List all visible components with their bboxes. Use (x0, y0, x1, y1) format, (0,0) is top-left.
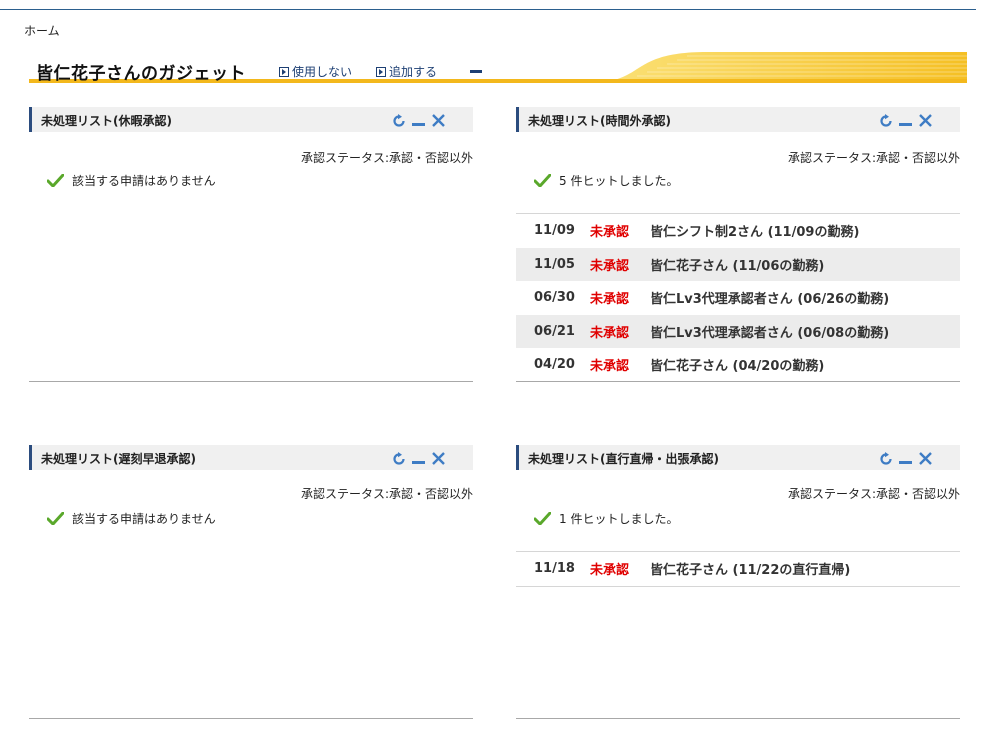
approval-status-filter: 承認ステータス:承認・否認以外 (787, 487, 960, 501)
item-date: 06/21 (534, 323, 575, 339)
result-message: 該当する申請はありません (47, 510, 216, 527)
approval-status-filter: 承認ステータス:承認・否認以外 (300, 487, 473, 501)
unused-gadgets-label: 使用しない (292, 65, 353, 79)
item-status: 未承認 (590, 359, 630, 375)
list-item[interactable]: 11/05 未承認 皆仁花子さん (11/06の勤務) (516, 247, 960, 281)
item-date: 04/20 (534, 357, 575, 373)
item-applicant: 皆仁花子さん (11/06の勤務) (650, 258, 825, 274)
gadget-bottom-border (516, 718, 960, 719)
item-applicant: 皆仁花子さん (04/20の勤務) (650, 359, 825, 375)
checkmark-icon (47, 174, 64, 187)
result-message: 5 件ヒットしました。 (534, 172, 678, 189)
top-border (0, 9, 976, 10)
breadcrumb[interactable]: ホーム (24, 22, 60, 39)
refresh-icon[interactable] (878, 113, 893, 128)
gadget-titlebar: 未処理リスト(時間外承認) (516, 107, 960, 132)
gadget-leave-approval: 未処理リスト(休暇承認) 承認ステータス:承認・否認以外 該当する申請はありませ… (29, 107, 473, 383)
item-applicant: 皆仁Lv3代理承認者さん (06/08の勤務) (650, 325, 890, 341)
item-status: 未承認 (590, 292, 630, 308)
gadget-bottom-border (29, 381, 473, 382)
item-status: 未承認 (590, 225, 630, 241)
minimize-icon[interactable] (898, 113, 913, 128)
item-status: 未承認 (590, 258, 630, 274)
result-message-text: 1 件ヒットしました。 (559, 512, 679, 526)
gadget-title: 未処理リスト(時間外承認) (528, 114, 671, 128)
checkmark-icon (534, 512, 551, 525)
gadget-header: 皆仁花子さんのガジェット 使用しない 追加する (29, 52, 967, 84)
gadget-titlebar: 未処理リスト(直行直帰・出張承認) (516, 445, 960, 470)
list-item[interactable]: 11/18 未承認 皆仁花子さん (11/22の直行直帰) (516, 552, 960, 586)
play-icon (279, 66, 289, 77)
gadget-overtime-approval: 未処理リスト(時間外承認) 承認ステータス:承認・否認以外 5 件ヒットしました… (516, 107, 960, 383)
gadget-direct-trip-approval: 未処理リスト(直行直帰・出張承認) 承認ステータス:承認・否認以外 1 件ヒット… (516, 445, 960, 720)
gadget-bottom-border (29, 718, 473, 719)
close-icon[interactable] (431, 451, 446, 466)
pending-list: 11/18 未承認 皆仁花子さん (11/22の直行直帰) (516, 551, 960, 587)
checkmark-icon (534, 174, 551, 187)
item-date: 11/09 (534, 223, 575, 239)
add-gadget-link[interactable]: 追加する (376, 63, 437, 80)
refresh-icon[interactable] (391, 451, 406, 466)
result-message-text: 該当する申請はありません (72, 512, 216, 526)
item-status: 未承認 (590, 325, 630, 341)
gadget-title: 未処理リスト(休暇承認) (41, 114, 172, 128)
item-applicant: 皆仁シフト制2さん (11/09の勤務) (650, 225, 860, 241)
result-message: 1 件ヒットしました。 (534, 510, 678, 527)
gadget-late-early-approval: 未処理リスト(遅刻早退承認) 承認ステータス:承認・否認以外 該当する申請はあり… (29, 445, 473, 720)
checkmark-icon (47, 512, 64, 525)
item-status: 未承認 (590, 563, 630, 579)
gadget-title: 未処理リスト(直行直帰・出張承認) (528, 452, 719, 466)
gadget-titlebar: 未処理リスト(休暇承認) (29, 107, 473, 132)
item-date: 11/05 (534, 256, 575, 272)
list-item[interactable]: 11/09 未承認 皆仁シフト制2さん (11/09の勤務) (516, 214, 960, 248)
refresh-icon[interactable] (391, 113, 406, 128)
play-icon (376, 66, 386, 77)
item-applicant: 皆仁Lv3代理承認者さん (06/26の勤務) (650, 292, 890, 308)
item-date: 06/30 (534, 290, 575, 306)
minimize-icon[interactable] (411, 113, 426, 128)
approval-status-filter: 承認ステータス:承認・否認以外 (300, 151, 473, 165)
list-item[interactable]: 06/21 未承認 皆仁Lv3代理承認者さん (06/08の勤務) (516, 314, 960, 348)
result-message-text: 該当する申請はありません (72, 174, 216, 188)
gadget-titlebar: 未処理リスト(遅刻早退承認) (29, 445, 473, 470)
minimize-icon[interactable] (411, 451, 426, 466)
add-gadget-label: 追加する (389, 65, 438, 79)
close-icon[interactable] (918, 451, 933, 466)
result-message: 該当する申請はありません (47, 172, 216, 189)
list-item[interactable]: 06/30 未承認 皆仁Lv3代理承認者さん (06/26の勤務) (516, 281, 960, 315)
approval-status-filter: 承認ステータス:承認・否認以外 (787, 151, 960, 165)
close-icon[interactable] (431, 113, 446, 128)
item-applicant: 皆仁花子さん (11/22の直行直帰) (650, 563, 851, 579)
page-title: 皆仁花子さんのガジェット (36, 64, 246, 84)
pending-list: 11/09 未承認 皆仁シフト制2さん (11/09の勤務) 11/05 未承認… (516, 213, 960, 382)
refresh-icon[interactable] (878, 451, 893, 466)
unused-gadgets-link[interactable]: 使用しない (279, 63, 352, 80)
minimize-icon[interactable] (898, 451, 913, 466)
close-icon[interactable] (918, 113, 933, 128)
item-date: 11/18 (534, 561, 575, 577)
list-item[interactable]: 04/20 未承認 皆仁花子さん (04/20の勤務) (516, 348, 960, 382)
minimize-all-button[interactable] (470, 70, 482, 73)
result-message-text: 5 件ヒットしました。 (559, 174, 679, 188)
gadget-bottom-border (516, 381, 960, 382)
gadget-title: 未処理リスト(遅刻早退承認) (41, 452, 196, 466)
